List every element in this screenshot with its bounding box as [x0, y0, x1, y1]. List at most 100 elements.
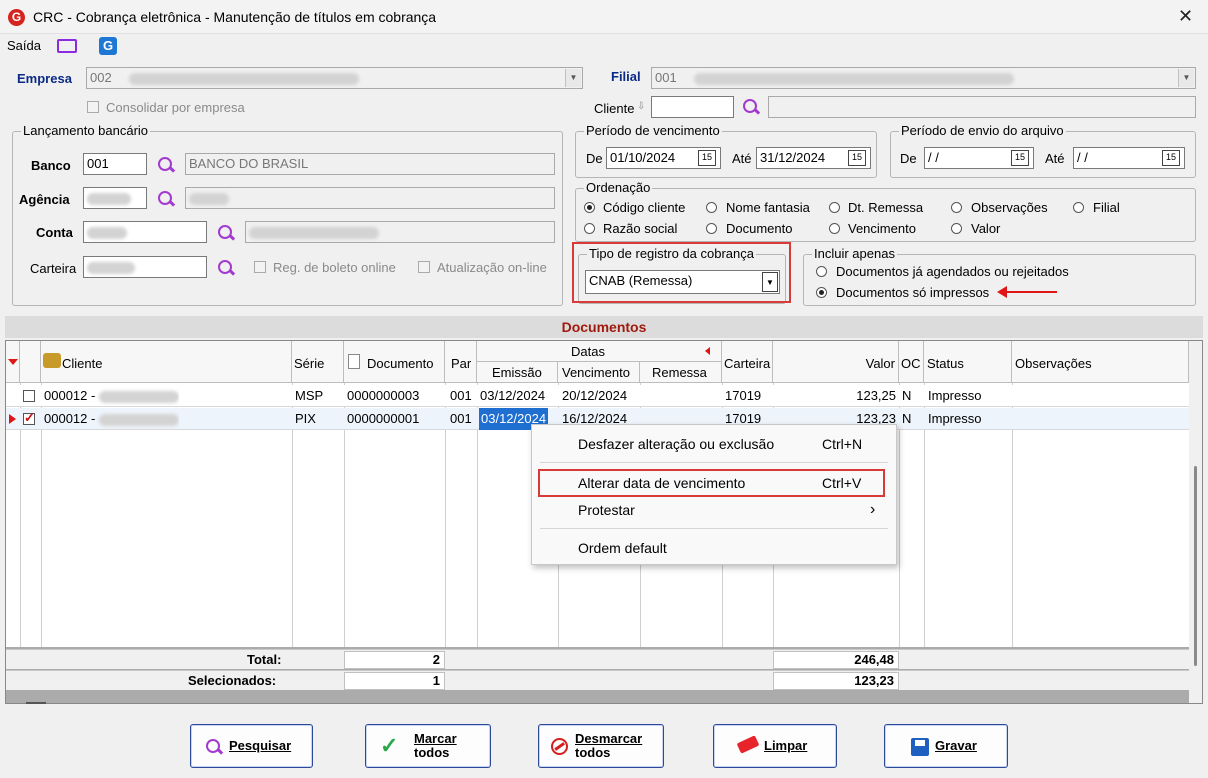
menu-saida[interactable]: Saída: [7, 38, 41, 53]
col-cliente[interactable]: Cliente: [41, 341, 292, 383]
cell-par: 001: [450, 411, 472, 426]
radio-impressos[interactable]: [816, 287, 827, 298]
venc-de-input[interactable]: 01/10/2024 15: [606, 147, 721, 169]
radio-impressos-label: Documentos só impressos: [836, 285, 990, 300]
agencia-label: Agência: [19, 192, 70, 207]
banco-input[interactable]: 001: [83, 153, 147, 175]
col-vencimento[interactable]: Vencimento: [558, 362, 640, 383]
radio-nome-fantasia[interactable]: [706, 202, 717, 213]
conta-input[interactable]: [83, 221, 207, 243]
scrollbar-thumb[interactable]: [1194, 466, 1197, 666]
search-icon[interactable]: [217, 259, 235, 277]
envio-de-input[interactable]: / / 15: [924, 147, 1034, 169]
pesquisar-button[interactable]: Pesquisar: [190, 724, 313, 768]
calendar-icon[interactable]: 15: [698, 150, 716, 166]
cell-cliente: 000012 -: [44, 408, 179, 430]
collapse-arrow-icon[interactable]: [705, 347, 710, 355]
cell-oc: N: [902, 388, 912, 403]
radio-valor[interactable]: [951, 223, 962, 234]
redacted-text: [249, 226, 379, 239]
marcar-label: Marcar todos: [414, 732, 457, 760]
col-remessa[interactable]: Remessa: [640, 362, 722, 383]
redacted-text: [87, 192, 131, 205]
col-serie[interactable]: Série: [292, 341, 344, 383]
cell-status: Impresso: [928, 411, 982, 426]
marcar-l1: Marcar: [414, 731, 457, 746]
radio-razao-social[interactable]: [584, 223, 595, 234]
row-checkbox[interactable]: [23, 410, 35, 426]
search-icon[interactable]: [157, 156, 175, 174]
calendar-icon[interactable]: 15: [1162, 150, 1180, 166]
venc-ate-input[interactable]: 31/12/2024 15: [756, 147, 871, 169]
search-icon[interactable]: [217, 224, 235, 242]
check-header: [20, 341, 41, 383]
incluir-legend: Incluir apenas: [812, 246, 897, 261]
radio-codigo-cliente[interactable]: [584, 202, 595, 213]
table-row[interactable]: 000012 - MSP 0000000003 001 03/12/2024 2…: [6, 385, 1189, 407]
consolidar-checkbox[interactable]: [87, 101, 99, 113]
chevron-down-icon[interactable]: ▼: [1178, 69, 1194, 87]
g-app-icon[interactable]: G: [99, 37, 117, 55]
agencia-input[interactable]: [83, 187, 147, 209]
filial-select[interactable]: 001 ▼: [651, 67, 1196, 89]
row-indicator-header: [6, 341, 20, 383]
col-documento[interactable]: Documento: [344, 341, 445, 383]
documentos-header: Documentos: [5, 316, 1203, 338]
venc-ate-value: 31/12/2024: [760, 150, 826, 165]
monitor-icon[interactable]: [57, 39, 77, 53]
search-icon[interactable]: [157, 190, 175, 208]
col-emissao[interactable]: Emissão: [477, 362, 558, 383]
menu-item-desfazer[interactable]: Desfazer alteração ou exclusão Ctrl+N: [532, 432, 896, 456]
atualizacao-checkbox[interactable]: [418, 261, 430, 273]
filial-value: 001: [655, 70, 677, 85]
consolidar-label: Consolidar por empresa: [106, 100, 245, 115]
carteira-input[interactable]: [83, 256, 207, 278]
menu-item-desfazer-shortcut: Ctrl+N: [822, 436, 863, 452]
close-icon[interactable]: ✕: [1178, 6, 1193, 27]
calendar-icon[interactable]: 15: [1011, 150, 1029, 166]
col-valor[interactable]: Valor: [773, 341, 899, 383]
reg-boleto-checkbox[interactable]: [254, 261, 266, 273]
marcar-l2: todos: [414, 745, 450, 760]
col-observacoes[interactable]: Observações: [1012, 341, 1189, 383]
gravar-button[interactable]: Gravar: [884, 724, 1008, 768]
marcar-todos-button[interactable]: ✓ Marcar todos: [365, 724, 491, 768]
col-remessa-label: Remessa: [652, 365, 707, 380]
col-par[interactable]: Par: [445, 341, 477, 383]
desmarcar-todos-button[interactable]: Desmarcar todos: [538, 724, 664, 768]
vertical-scrollbar[interactable]: [1189, 341, 1202, 703]
search-icon: [205, 738, 223, 756]
radio-documento[interactable]: [706, 223, 717, 234]
calendar-icon[interactable]: 15: [848, 150, 866, 166]
search-icon[interactable]: [742, 98, 760, 116]
radio-dt-remessa[interactable]: [829, 202, 840, 213]
col-par-label: Par: [451, 356, 472, 371]
radio-vencimento[interactable]: [829, 223, 840, 234]
chevron-down-icon[interactable]: ▼: [565, 69, 581, 87]
atualizacao-label: Atualização on-line: [437, 260, 547, 275]
periodo-vencimento-legend: Período de vencimento: [584, 123, 722, 138]
cliente-input[interactable]: [651, 96, 734, 118]
radio-observacoes[interactable]: [951, 202, 962, 213]
envio-ate-input[interactable]: / / 15: [1073, 147, 1185, 169]
radio-agendados[interactable]: [816, 266, 827, 277]
col-oc[interactable]: OC: [899, 341, 924, 383]
limpar-button[interactable]: Limpar: [713, 724, 837, 768]
cell-cliente: 000012 -: [44, 385, 179, 407]
collapse-dash-icon[interactable]: [26, 702, 46, 704]
envio-de-value: / /: [928, 150, 939, 165]
row-checkbox[interactable]: [23, 390, 35, 402]
col-cliente-label: Cliente: [62, 356, 103, 371]
menu-item-protestar-label: Protestar: [578, 502, 635, 518]
menu-item-ordem-default[interactable]: Ordem default: [532, 536, 896, 560]
menu-item-protestar[interactable]: Protestar ›: [532, 498, 896, 522]
radio-filial[interactable]: [1073, 202, 1084, 213]
de-label: De: [586, 151, 603, 166]
empresa-select[interactable]: 002 ▼: [86, 67, 583, 89]
ban-icon: [551, 738, 568, 755]
col-carteira[interactable]: Carteira: [722, 341, 773, 383]
save-icon: [911, 738, 929, 756]
conta-desc-field: [245, 221, 555, 243]
col-status[interactable]: Status: [924, 341, 1012, 383]
col-observacoes-label: Observações: [1015, 356, 1092, 371]
